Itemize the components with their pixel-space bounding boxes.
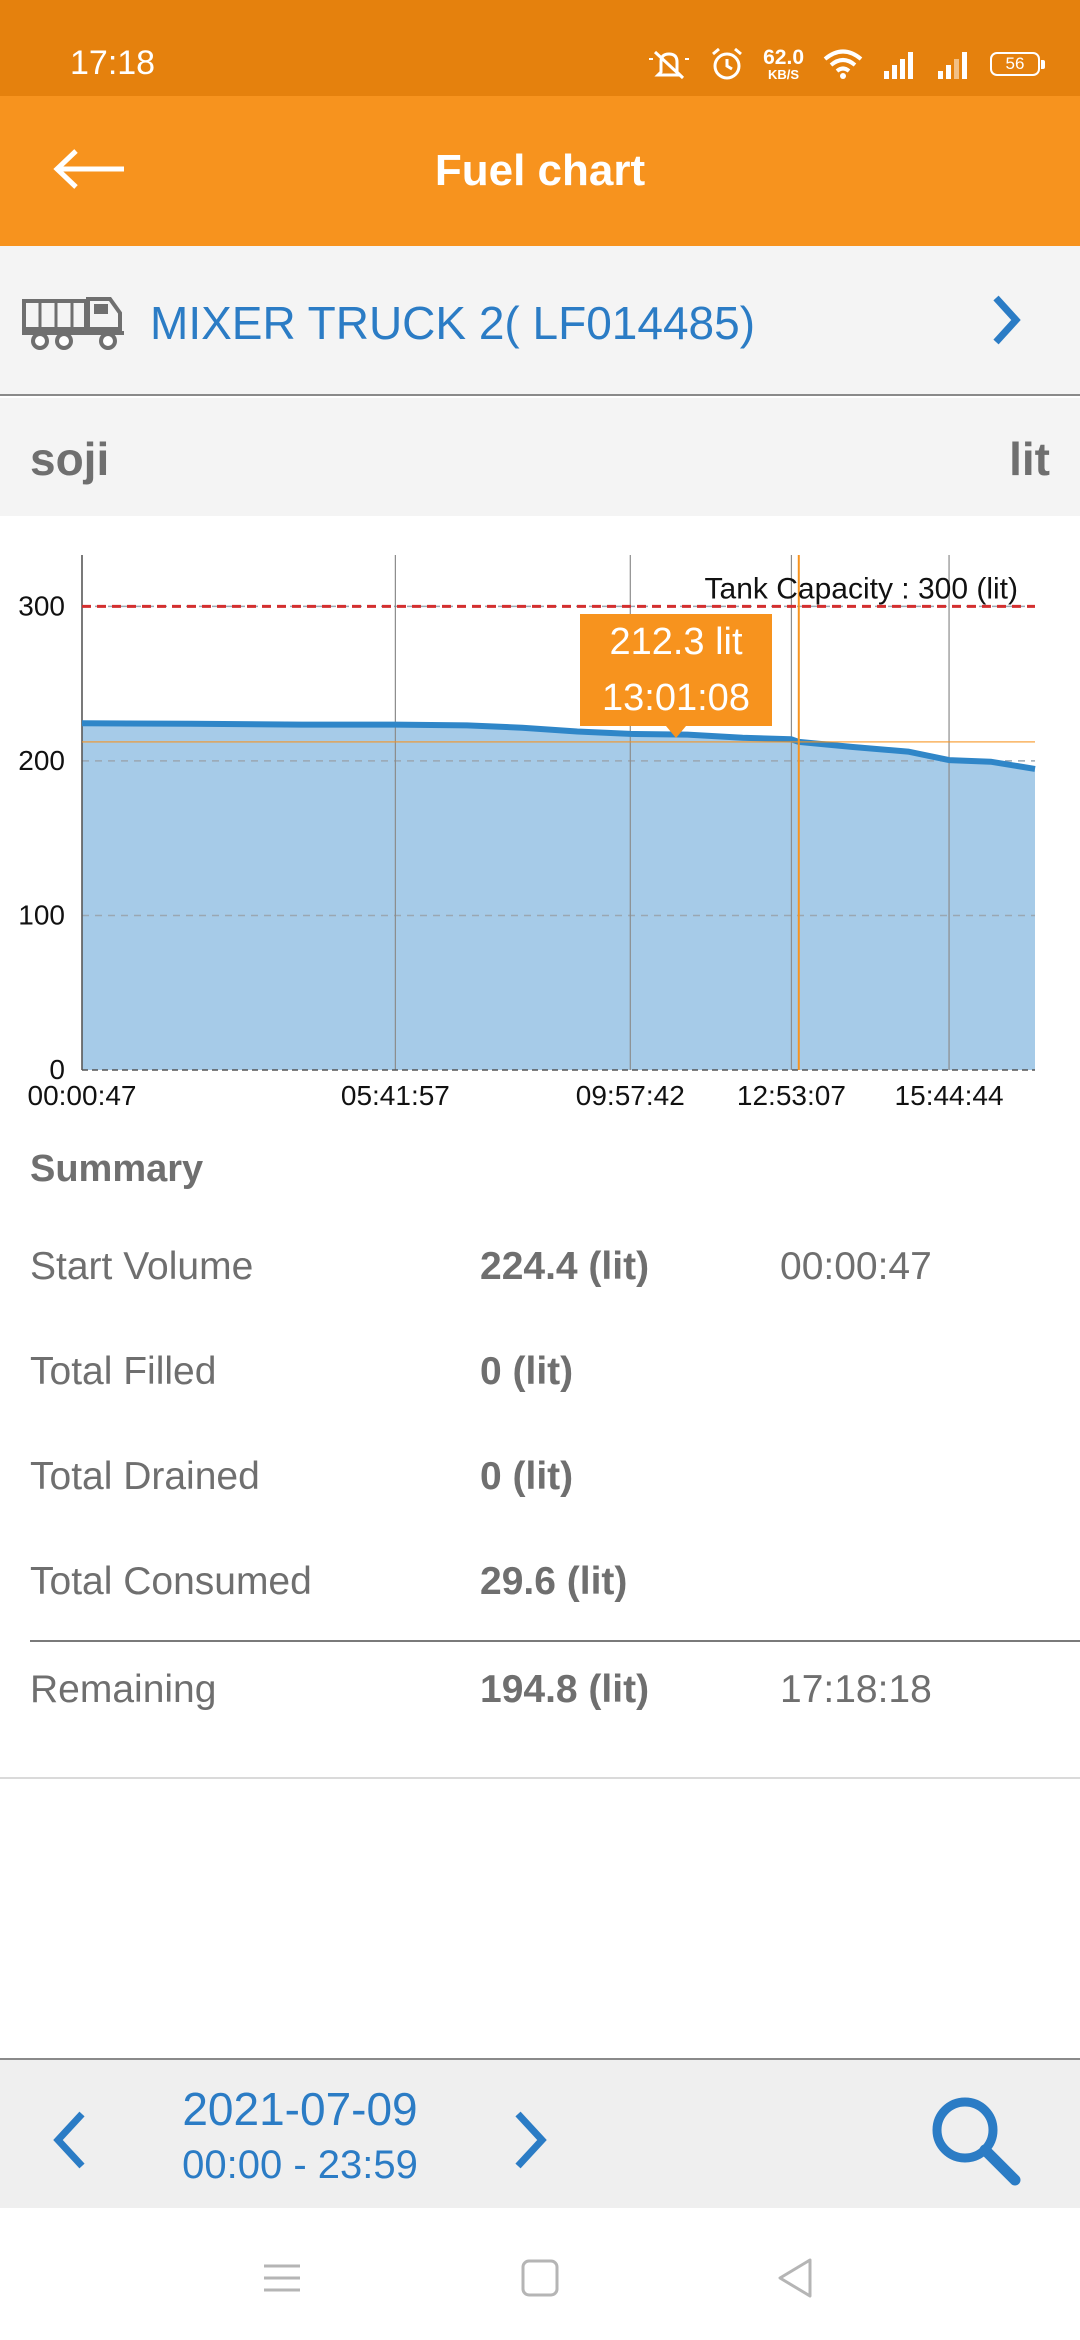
home-button[interactable] — [510, 2248, 570, 2308]
page-title: Fuel chart — [434, 146, 646, 195]
sensor-unit: lit — [1009, 433, 1050, 485]
chart-x-tick-label: 00:00:47 — [28, 1080, 137, 1111]
summary-row-total-consumed: Total Consumed 29.6 (lit) — [0, 1540, 1080, 1620]
tank-capacity-label: Tank Capacity : 300 (lit) — [705, 572, 1018, 605]
summary-label: Total Drained — [30, 1455, 260, 1498]
net-speed: 62.0 KB/S — [763, 47, 804, 81]
wifi-icon — [823, 49, 863, 79]
chart-x-tick-label: 05:41:57 — [341, 1080, 450, 1111]
alarm-icon — [712, 47, 743, 80]
chart-y-tick-label: 100 — [18, 899, 65, 930]
summary-row-remaining: Remaining 194.8 (lit) 17:18:18 — [0, 1648, 1080, 1728]
sensor-name: soji — [30, 433, 110, 485]
chevron-left-icon — [53, 2111, 85, 2169]
summary-row-start-volume: Start Volume 224.4 (lit) 00:00:47 — [0, 1225, 1080, 1305]
back-triangle-icon — [778, 2258, 812, 2298]
tooltip-value: 212.3 lit — [609, 621, 743, 663]
summary-value: 0 (lit) — [480, 1350, 574, 1393]
summary-label: Start Volume — [30, 1245, 254, 1288]
summary-title: Summary — [30, 1148, 204, 1190]
system-navigation-bar — [0, 2208, 1080, 2340]
summary-time: 00:00:47 — [780, 1245, 932, 1288]
summary-value: 0 (lit) — [480, 1455, 574, 1498]
chevron-right-icon — [993, 295, 1021, 345]
summary-divider — [30, 1640, 1080, 1642]
battery-icon: 56 — [990, 52, 1045, 76]
search-icon — [932, 2097, 1021, 2186]
fuel-chart-screen: 17:18 62.0 KB/S 56 Fuel chart MIXER TRUC… — [0, 0, 1080, 2340]
net-speed-value: 62.0 — [763, 46, 804, 69]
menu-icon — [264, 2264, 300, 2292]
signal-icon — [884, 52, 913, 79]
summary-row-total-filled: Total Filled 0 (lit) — [0, 1330, 1080, 1410]
search-button[interactable] — [925, 2090, 1025, 2190]
menu-button[interactable] — [252, 2248, 312, 2308]
chart-tooltip: 212.3 lit 13:01:08 — [580, 614, 772, 738]
next-day-button[interactable] — [500, 2100, 560, 2180]
vehicle-name: MIXER TRUCK 2( LF014485) — [150, 297, 756, 349]
tooltip-time: 13:01:08 — [602, 677, 750, 719]
chart-x-tick-label: 15:44:44 — [895, 1080, 1004, 1111]
status-bar: 17:18 62.0 KB/S 56 — [0, 0, 1080, 96]
summary-row-total-drained: Total Drained 0 (lit) — [0, 1435, 1080, 1515]
truck-icon — [22, 297, 124, 350]
chart-area-fill — [82, 723, 1035, 1070]
summary-value: 224.4 (lit) — [480, 1245, 650, 1288]
sensor-row: soji lit — [0, 398, 1080, 516]
summary-value: 29.6 (lit) — [480, 1560, 628, 1603]
chart-y-tick-label: 200 — [18, 745, 65, 776]
chart-x-tick-label: 12:53:07 — [737, 1080, 846, 1111]
chart-y-tick-label: 300 — [18, 590, 65, 621]
date-picker[interactable]: 2021-07-09 00:00 - 23:59 — [180, 2080, 420, 2192]
summary-label: Remaining — [30, 1668, 217, 1711]
status-icons: 62.0 KB/S 56 — [647, 44, 1045, 84]
battery-level: 56 — [1005, 54, 1025, 73]
vehicle-selector[interactable]: MIXER TRUCK 2( LF014485) — [0, 246, 1080, 396]
previous-day-button[interactable] — [40, 2100, 100, 2180]
chevron-right-icon — [515, 2111, 547, 2169]
summary-label: Total Filled — [30, 1350, 217, 1393]
summary-bottom-divider — [0, 1777, 1080, 1779]
system-back-button[interactable] — [766, 2248, 826, 2308]
selected-date: 2021-07-09 — [182, 2083, 418, 2135]
time-range: 00:00 - 23:59 — [182, 2143, 418, 2187]
chart-x-tick-label: 09:57:42 — [576, 1080, 685, 1111]
fuel-chart-svg: Tank Capacity : 300 (lit)010020030000:00… — [18, 555, 1036, 1111]
fuel-chart[interactable]: Tank Capacity : 300 (lit) 0 100 200 300 00:00… — [0, 540, 1080, 1120]
summary-label: Total Consumed — [30, 1560, 312, 1603]
summary-value: 194.8 (lit) — [480, 1668, 650, 1711]
home-square-icon — [521, 2259, 559, 2297]
summary-time: 17:18:18 — [780, 1668, 932, 1711]
date-navigation-bar: 2021-07-09 00:00 - 23:59 — [0, 2058, 1080, 2208]
mute-icon — [649, 50, 690, 80]
signal-icon — [938, 52, 967, 79]
app-bar: Fuel chart — [0, 96, 1080, 246]
status-time: 17:18 — [70, 44, 156, 82]
net-speed-unit: KB/S — [768, 67, 800, 82]
